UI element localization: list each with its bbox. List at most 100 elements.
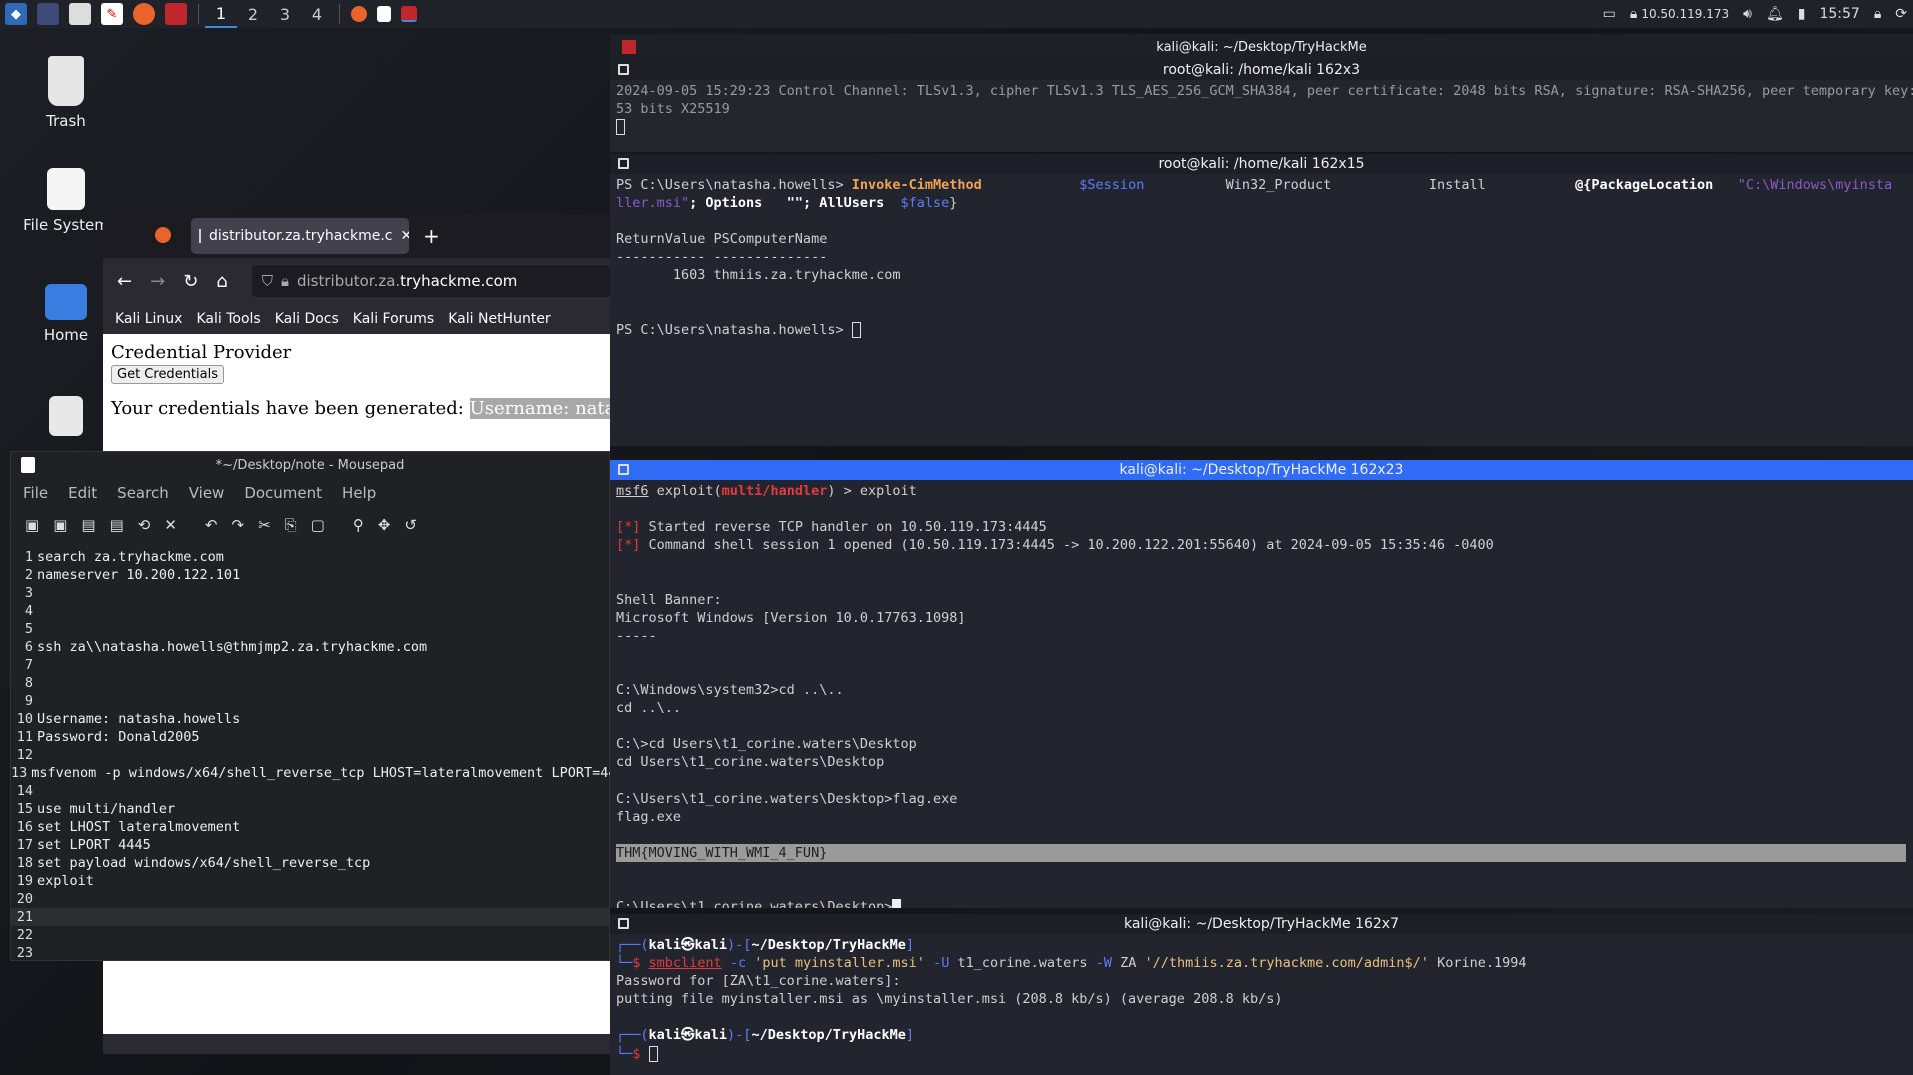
save-as-icon[interactable]: ▤ <box>110 516 124 534</box>
vpn-lock-icon[interactable]: 🔒︎ <box>1630 6 1637 22</box>
outer-terminal-titlebar: kali@kali: ~/Desktop/TryHackMe <box>610 34 1913 60</box>
workspace-3[interactable]: 3 <box>269 0 301 28</box>
editor-line[interactable]: 13 msfvenom -p windows/x64/shell_reverse_… <box>11 764 633 782</box>
forward-icon[interactable]: → <box>150 271 165 292</box>
menu-view[interactable]: View <box>189 484 225 502</box>
home-icon[interactable]: ⌂ <box>216 271 227 292</box>
credentials-highlight[interactable]: Username: natasha.howells <box>469 398 610 419</box>
firefox-icon <box>155 227 171 243</box>
editor-line[interactable]: 20 <box>11 890 609 908</box>
flag-output-selected[interactable]: THM{MOVING_WITH_WMI_4_FUN} <box>616 843 1906 862</box>
editor-line[interactable]: 21 <box>11 908 609 926</box>
close-tab-icon[interactable]: ✕ <box>401 228 409 244</box>
workspace-1[interactable]: 1 <box>205 0 237 28</box>
terminal-cursor <box>851 321 861 338</box>
editor-line[interactable]: 18 set payload windows/x64/shell_reverse_… <box>11 854 609 872</box>
save-icon[interactable]: ▤ <box>81 516 95 534</box>
url-bar[interactable]: ⛉ 🔒︎ distributor.za.tryhackme.com <box>251 265 610 297</box>
undo-icon[interactable]: ↶ <box>205 516 218 534</box>
firefox-window-icon[interactable] <box>351 6 367 22</box>
bookmark-kali-linux[interactable]: Kali Linux <box>115 311 182 327</box>
terminal-pane-3[interactable]: kali@kali: ~/Desktop/TryHackMe 162x23 ms… <box>610 460 1913 908</box>
menu-file[interactable]: File <box>23 484 48 502</box>
editor-line[interactable]: 17 set LPORT 4445 <box>11 836 609 854</box>
workspace-2[interactable]: 2 <box>237 0 269 28</box>
mousepad-editor[interactable]: 1 search za.tryhackme.com 2 nameserver 10.2… <box>11 548 633 962</box>
workspace-4[interactable]: 4 <box>301 0 333 28</box>
editor-line[interactable]: 1 search za.tryhackme.com <box>11 548 609 566</box>
terminal-pane-1[interactable]: kali@kali: ~/Desktop/TryHackMe root@kali… <box>610 34 1913 152</box>
find-icon[interactable]: ⚲ <box>353 516 364 534</box>
editor-line[interactable]: 2 nameserver 10.200.122.101 <box>11 566 609 584</box>
lock-screen-icon[interactable]: 🔒︎ <box>1874 6 1881 22</box>
editor-line[interactable]: 16 set LHOST lateralmovement <box>11 818 609 836</box>
menu-help[interactable]: Help <box>342 484 376 502</box>
notifications-icon[interactable]: 🔔︎ <box>1766 6 1784 22</box>
terminal-icon[interactable] <box>165 3 187 25</box>
clock[interactable]: 15:57 <box>1819 6 1859 22</box>
editor-line[interactable]: 4 <box>11 602 609 620</box>
paste-icon[interactable]: ▢ <box>311 516 325 534</box>
line-number: 20 <box>16 891 33 907</box>
line-number: 21 <box>16 909 33 925</box>
shield-icon: ⛉ <box>261 272 273 290</box>
editor-line[interactable]: 22 <box>11 926 609 944</box>
line-number: 19 <box>16 873 33 889</box>
bookmark-kali-nethunter[interactable]: Kali NetHunter <box>448 311 550 327</box>
back-icon[interactable]: ← <box>117 271 132 292</box>
cut-icon[interactable]: ✂ <box>258 516 271 534</box>
desktop-icon-filesystem[interactable]: File System <box>16 168 116 234</box>
new-tab-icon[interactable]: + <box>423 224 440 248</box>
firefox-icon[interactable] <box>133 3 155 25</box>
editor-line[interactable]: 15 use multi/handler <box>11 800 609 818</box>
editor-line[interactable]: 7 <box>11 656 609 674</box>
editor-line[interactable]: 19 exploit <box>11 872 609 890</box>
goto-line-icon[interactable]: ↺ <box>404 516 417 534</box>
logout-icon[interactable]: ⟳ <box>1895 6 1907 22</box>
terminal-window-icon[interactable] <box>401 6 417 22</box>
terminal-line: cd ..\.. <box>616 700 682 717</box>
new-window-icon[interactable]: ▣ <box>53 516 67 534</box>
browser-tab[interactable]: distributor.za.tryhackme.c ✕ <box>191 218 409 254</box>
text-editor-icon[interactable]: ✎ <box>101 3 123 25</box>
file-manager-icon[interactable] <box>69 3 91 25</box>
editor-line[interactable]: 5 <box>11 620 609 638</box>
find-replace-icon[interactable]: ✥ <box>378 516 391 534</box>
editor-line[interactable]: 11 Password: Donald2005 <box>11 728 609 746</box>
menu-edit[interactable]: Edit <box>68 484 97 502</box>
desktop-icon[interactable] <box>37 3 59 25</box>
terminal-line: flag.exe <box>616 808 682 825</box>
terminal-pane-2[interactable]: root@kali: /home/kali 162x15 PS C:\Users… <box>610 154 1913 446</box>
menu-search[interactable]: Search <box>117 484 169 502</box>
kali-menu-icon[interactable]: ◆ <box>5 3 27 25</box>
desktop-icon-home[interactable]: Home <box>16 284 116 344</box>
bookmark-kali-tools[interactable]: Kali Tools <box>196 311 260 327</box>
editor-line[interactable]: 14 <box>11 782 609 800</box>
terminal-app-icon <box>622 40 636 54</box>
mousepad-window-icon[interactable] <box>377 6 391 22</box>
get-credentials-button[interactable]: Get Credentials <box>111 365 224 384</box>
editor-line[interactable]: 6 ssh za\\natasha.howells@thmjmp2.za.tryh… <box>11 638 609 656</box>
menu-document[interactable]: Document <box>244 484 322 502</box>
bookmark-kali-docs[interactable]: Kali Docs <box>275 311 339 327</box>
battery-icon[interactable]: ▮ <box>1798 6 1806 22</box>
desktop-icon-document[interactable] <box>16 396 116 442</box>
line-number: 17 <box>16 837 33 853</box>
copy-icon[interactable]: ⎘ <box>285 516 297 534</box>
close-document-icon[interactable]: ✕ <box>164 516 177 534</box>
display-icon[interactable]: ▭ <box>1603 6 1616 22</box>
bookmark-kali-forums[interactable]: Kali Forums <box>353 311 434 327</box>
editor-line[interactable]: 3 <box>11 584 609 602</box>
editor-line[interactable]: 12 <box>11 746 609 764</box>
reload-icon[interactable]: ↻ <box>183 271 198 292</box>
redo-icon[interactable]: ↷ <box>231 516 244 534</box>
desktop-icon-trash[interactable]: Trash <box>16 56 116 130</box>
editor-line[interactable]: 23 <box>11 944 609 962</box>
editor-line[interactable]: 9 <box>11 692 609 710</box>
reload-icon[interactable]: ⟲ <box>138 516 151 534</box>
editor-line[interactable]: 10 Username: natasha.howells <box>11 710 609 728</box>
terminal-pane-4[interactable]: kali@kali: ~/Desktop/TryHackMe 162x7 ┌──… <box>610 914 1913 1075</box>
volume-icon[interactable]: 🔊︎ <box>1743 6 1752 22</box>
new-document-icon[interactable]: ▣ <box>25 516 39 534</box>
editor-line[interactable]: 8 <box>11 674 609 692</box>
